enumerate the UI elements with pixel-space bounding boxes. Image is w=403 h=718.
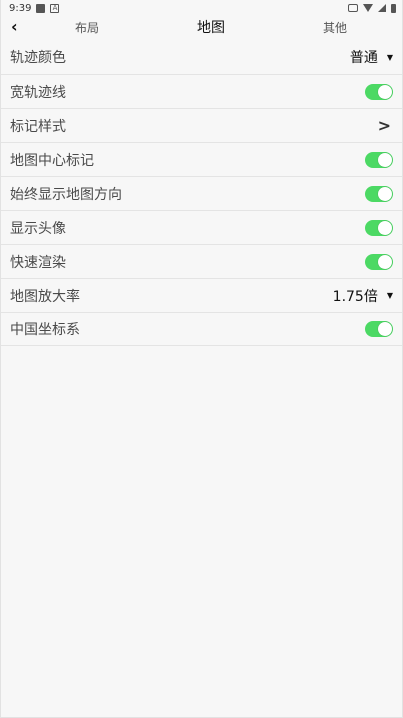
always-show-direction-toggle[interactable] [365,185,393,202]
tab-other[interactable]: 其他 [323,19,347,36]
row-fast-render: 快速渲染 [1,244,402,278]
map-zoom-select[interactable]: 1.75倍 ▼ [333,286,393,306]
notification-square-icon [36,3,46,13]
settings-screen: 9:39 A ‹ 布局 地图 其他 轨迹颜色 普通 ▼ 宽轨迹线 标记样式 > … [0,0,403,718]
toggle-knob [378,84,392,99]
row-always-show-direction: 始终显示地图方向 [1,176,402,210]
row-label: 轨迹颜色 [10,50,66,66]
vibrate-icon [348,4,358,12]
a-badge-icon: A [50,3,60,13]
status-bar: 9:39 A [1,0,402,16]
row-label: 标记样式 [10,118,66,135]
fast-render-toggle[interactable] [365,253,393,270]
wifi-icon [363,4,373,12]
row-marker-style[interactable]: 标记样式 > [1,108,402,142]
show-avatar-toggle[interactable] [365,219,393,236]
signal-icon [378,4,386,12]
row-label: 地图中心标记 [10,152,94,169]
row-label: 快速渲染 [10,254,66,271]
row-label: 地图放大率 [10,288,80,305]
toggle-knob [378,186,392,201]
toggle-knob [378,322,392,336]
row-label: 显示头像 [10,220,66,237]
row-label: 宽轨迹线 [10,84,66,101]
row-china-coordinates: 中国坐标系 [1,312,402,346]
row-map-zoom[interactable]: 地图放大率 1.75倍 ▼ [1,278,402,312]
back-arrow-icon[interactable]: ‹ [11,17,18,36]
select-value: 普通 [349,50,378,66]
toggle-knob [378,152,392,167]
china-coordinates-toggle[interactable] [365,321,393,337]
dropdown-caret-icon: ▼ [386,291,393,300]
wide-track-toggle[interactable] [365,83,393,100]
chevron-right-icon: > [377,116,391,135]
toggle-knob [378,254,392,269]
row-wide-track: 宽轨迹线 [1,74,402,108]
row-label: 中国坐标系 [10,322,80,338]
select-value: 1.75倍 [332,288,378,305]
tab-layout[interactable]: 布局 [75,19,99,36]
tab-map[interactable]: 地图 [197,17,225,37]
battery-icon [391,3,396,13]
row-label: 始终显示地图方向 [10,186,122,203]
map-center-marker-toggle[interactable] [365,151,393,168]
row-track-color[interactable]: 轨迹颜色 普通 ▼ [1,40,402,74]
row-map-center-marker: 地图中心标记 [1,142,402,176]
dropdown-caret-icon: ▼ [386,52,393,62]
row-show-avatar: 显示头像 [1,210,402,244]
settings-list: 轨迹颜色 普通 ▼ 宽轨迹线 标记样式 > 地图中心标记 始终显示地图方向 显示… [1,40,402,346]
track-color-select[interactable]: 普通 ▼ [350,47,393,67]
top-tab-bar: ‹ 布局 地图 其他 [1,16,402,38]
status-time: 9:39 [9,2,32,14]
toggle-knob [378,220,392,235]
